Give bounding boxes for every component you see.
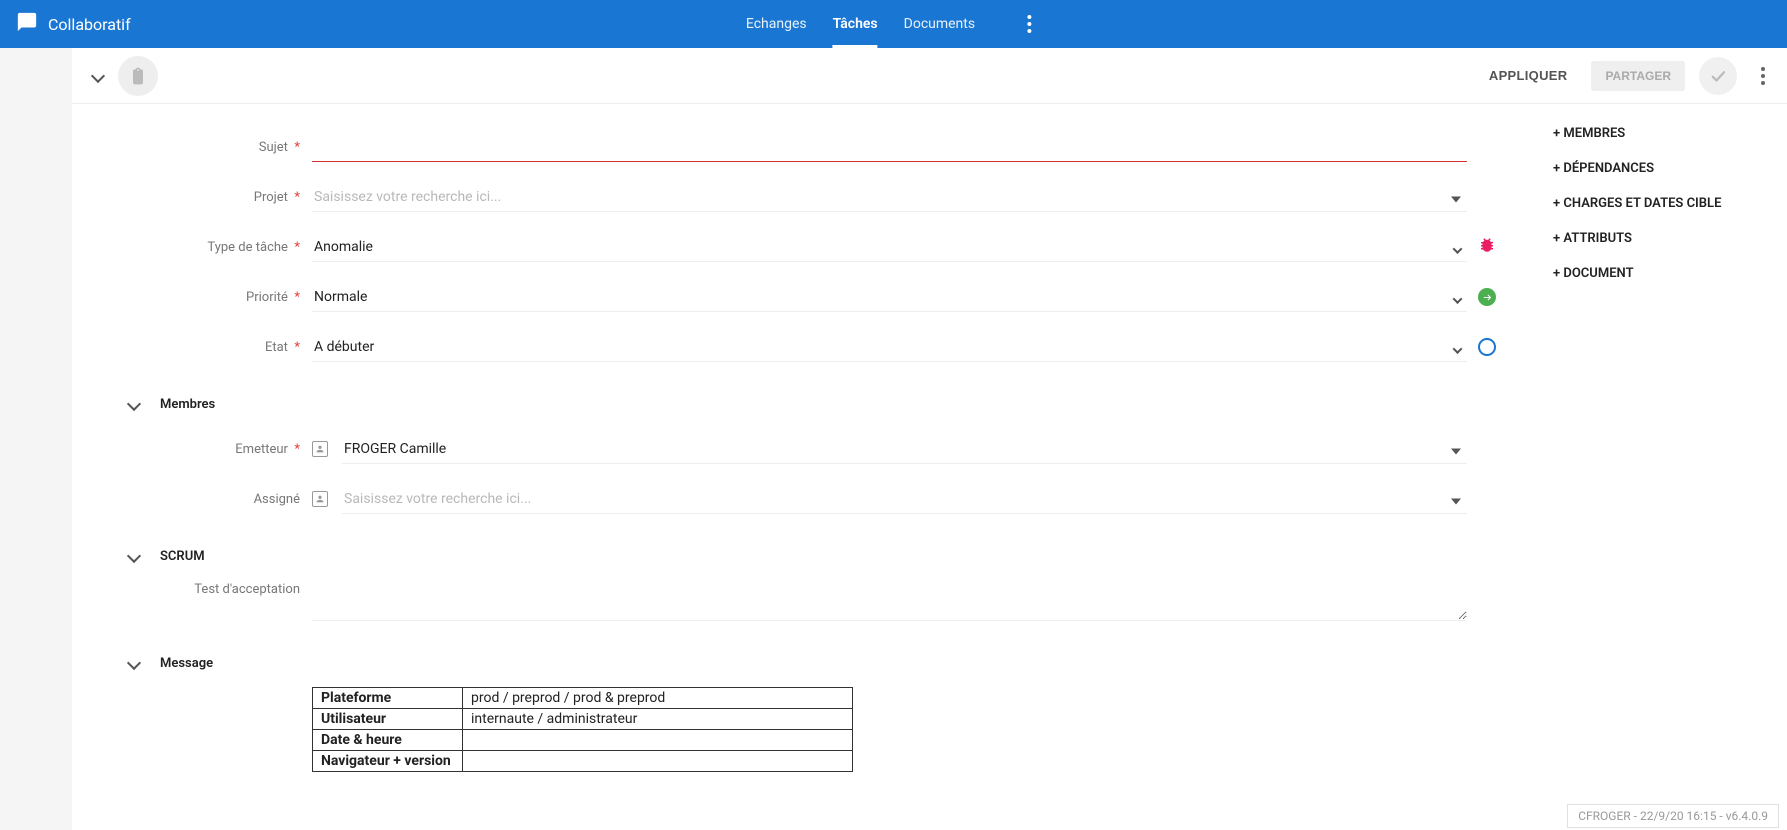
add-charges-link[interactable]: + CHARGES ET DATES CIBLE <box>1553 196 1771 211</box>
status-circle-icon <box>1478 338 1496 356</box>
assignee-input[interactable] <box>342 485 1467 514</box>
section-message-title: Message <box>160 656 370 671</box>
add-document-link[interactable]: + DOCUMENT <box>1553 266 1771 281</box>
section-members-toggle[interactable] <box>120 390 148 418</box>
footer-stamp: CFROGER - 22/9/20 16:15 - v6.4.0.9 <box>1567 804 1779 828</box>
bug-icon <box>1478 236 1496 258</box>
emitter-dropdown-icon[interactable] <box>1451 440 1461 459</box>
chat-icon <box>16 11 38 37</box>
project-input[interactable] <box>312 183 1467 212</box>
side-panel: + MEMBRES + DÉPENDANCES + CHARGES ET DAT… <box>1537 104 1787 812</box>
section-message-toggle[interactable] <box>120 649 148 677</box>
task-card: APPLIQUER PARTAGER Sujet * <box>72 48 1787 830</box>
clipboard-icon <box>128 66 148 86</box>
section-members-title: Membres <box>160 397 370 412</box>
chevron-down-icon <box>91 68 105 82</box>
label-state: Etat * <box>102 340 312 355</box>
brand: Collaboratif <box>16 11 131 37</box>
state-select[interactable]: A débuter <box>312 333 1467 362</box>
nav-tasks[interactable]: Tâches <box>833 0 878 48</box>
check-icon <box>1709 67 1727 85</box>
label-emitter: Emetteur * <box>102 442 312 457</box>
label-project: Projet * <box>102 190 312 205</box>
nav-more-icon[interactable] <box>1017 12 1041 36</box>
section-scrum-title: SCRUM <box>160 549 370 564</box>
label-tasktype: Type de tâche * <box>102 240 312 255</box>
table-row: Plateformeprod / preprod / prod & prepro… <box>313 688 853 709</box>
priority-dropdown-icon[interactable] <box>1454 288 1461 307</box>
tasktype-select[interactable]: Anomalie <box>312 233 1467 262</box>
acceptance-test-textarea[interactable] <box>312 576 1467 621</box>
state-dropdown-icon[interactable] <box>1454 338 1461 357</box>
assignee-dropdown-icon[interactable] <box>1451 490 1461 509</box>
label-acceptance-test: Test d'acceptation <box>102 576 312 597</box>
label-priority: Priorité * <box>102 290 312 305</box>
emitter-select[interactable]: FROGER Camille <box>342 435 1467 464</box>
add-members-link[interactable]: + MEMBRES <box>1553 126 1771 141</box>
subject-input[interactable] <box>312 133 1467 162</box>
clipboard-button[interactable] <box>118 56 158 96</box>
share-button[interactable]: PARTAGER <box>1591 61 1685 91</box>
add-dependencies-link[interactable]: + DÉPENDANCES <box>1553 161 1771 176</box>
label-assignee: Assigné <box>102 492 312 507</box>
app-title: Collaboratif <box>48 15 131 34</box>
left-gutter <box>0 48 72 830</box>
section-scrum-toggle[interactable] <box>120 542 148 570</box>
table-row: Navigateur + version <box>313 751 853 772</box>
label-subject: Sujet * <box>102 140 312 155</box>
nav-documents[interactable]: Documents <box>904 0 975 48</box>
table-row: Utilisateurinternaute / administrateur <box>313 709 853 730</box>
priority-select[interactable]: Normale <box>312 283 1467 312</box>
arrow-right-icon <box>1478 288 1496 306</box>
confirm-button[interactable] <box>1699 57 1737 95</box>
table-row: Date & heure <box>313 730 853 751</box>
topbar: Collaboratif Echanges Tâches Documents <box>0 0 1787 48</box>
collapse-toggle[interactable] <box>84 62 112 90</box>
card-more-icon[interactable] <box>1751 64 1775 88</box>
contact-icon <box>312 491 328 507</box>
card-header: APPLIQUER PARTAGER <box>72 48 1787 104</box>
apply-button[interactable]: APPLIQUER <box>1479 60 1578 91</box>
project-dropdown-icon[interactable] <box>1451 188 1461 207</box>
message-table: Plateformeprod / preprod / prod & prepro… <box>312 687 853 772</box>
tasktype-dropdown-icon[interactable] <box>1454 238 1461 257</box>
contact-icon <box>312 441 328 457</box>
nav-exchanges[interactable]: Echanges <box>746 0 807 48</box>
top-nav: Echanges Tâches Documents <box>746 0 1041 48</box>
add-attributes-link[interactable]: + ATTRIBUTS <box>1553 231 1771 246</box>
